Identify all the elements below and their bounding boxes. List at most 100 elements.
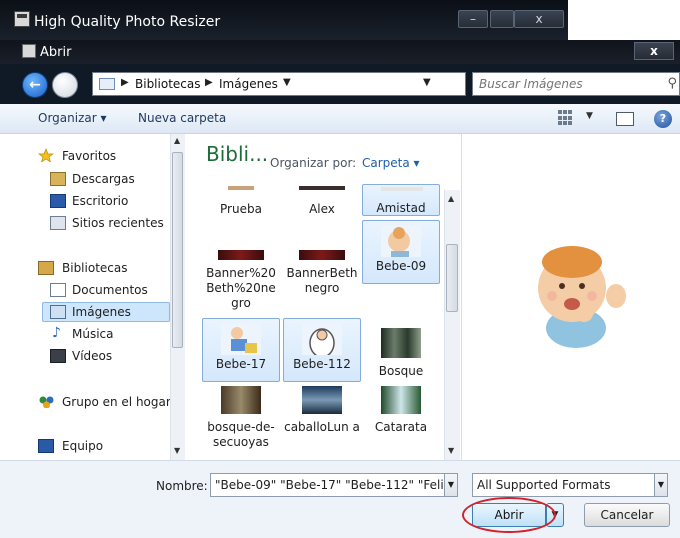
breadcrumb-arrow-icon[interactable]: ▼ (283, 77, 291, 88)
outer-window-title: High Quality Photo Resizer (34, 14, 221, 30)
forward-arrow-icon[interactable] (52, 72, 78, 98)
preview-pane (461, 134, 680, 460)
file-name: Alex (309, 202, 335, 216)
search-input[interactable] (479, 75, 659, 93)
file-tile[interactable]: Alex (283, 186, 361, 217)
file-tile[interactable]: Bebe-17 (202, 318, 280, 382)
breadcrumb-bibliotecas[interactable]: Bibliotecas (135, 77, 200, 91)
nav-scroll-thumb[interactable] (172, 152, 183, 348)
file-tile[interactable]: Prueba (202, 186, 280, 217)
documents-icon (50, 283, 66, 297)
scroll-up-icon[interactable]: ▲ (174, 136, 180, 145)
outer-window-titlebar: High Quality Photo Resizer – x (0, 0, 568, 40)
nav-item-videos[interactable]: Vídeos (72, 349, 112, 367)
file-tile[interactable]: Bebe-112 (283, 318, 361, 382)
file-tile[interactable]: Bosque (362, 318, 440, 382)
file-type-dropdown-icon[interactable]: ▼ (654, 473, 668, 497)
file-tile[interactable]: Banner%20 Beth%20ne gro (202, 242, 280, 311)
file-name: Prueba (220, 202, 262, 216)
breadcrumb-arrow-icon[interactable]: ▶ (205, 77, 213, 88)
nav-bibliotecas[interactable]: Bibliotecas (62, 261, 127, 279)
command-bar: Organizar ▾ Nueva carpeta ▼ ? (0, 104, 680, 134)
nav-item-sitios-recientes[interactable]: Sitios recientes (72, 216, 164, 234)
dialog-icon (22, 44, 36, 58)
computer-icon (38, 439, 54, 453)
nav-equipo[interactable]: Equipo (62, 439, 103, 457)
file-tile[interactable]: Bebe-09 (362, 220, 440, 284)
address-bar[interactable]: ▶ Bibliotecas ▶ Imágenes ▼ ▼ ⇆ (92, 72, 551, 96)
image-thumbnail (299, 250, 345, 260)
view-dropdown-icon[interactable]: ▼ (586, 111, 593, 121)
image-thumbnail (218, 250, 264, 260)
address-row: ← ▶ Bibliotecas ▶ Imágenes ▼ ▼ ⇆ ⚲ (0, 64, 680, 104)
nav-favorites[interactable]: Favoritos (62, 149, 116, 167)
file-name: Banner%20 Beth%20ne gro (206, 266, 276, 310)
libraries-icon (38, 261, 54, 275)
file-scrollbar[interactable]: ▲ ▼ (444, 190, 460, 460)
file-type-value: All Supported Formats (477, 478, 611, 492)
minimize-button[interactable]: – (458, 10, 488, 28)
star-icon (38, 148, 54, 162)
scroll-down-icon[interactable]: ▼ (448, 446, 454, 455)
image-thumbnail (302, 386, 342, 414)
file-name: caballoLun a (284, 420, 360, 434)
file-tile[interactable]: Amistad (362, 184, 440, 216)
app-icon (14, 11, 30, 27)
search-icon[interactable]: ⚲ (667, 76, 677, 91)
file-tile[interactable]: BannerBeth negro (283, 242, 361, 296)
dialog-close-button[interactable]: x (634, 42, 674, 60)
file-name: Catarata (374, 420, 428, 434)
arrange-by-dropdown[interactable]: Carpeta ▾ (362, 156, 420, 170)
music-icon: ♪ (52, 325, 61, 341)
image-thumbnail (381, 386, 421, 414)
nav-grupo-hogar[interactable]: Grupo en el hogar (62, 395, 171, 413)
back-arrow-icon[interactable]: ← (22, 72, 48, 98)
file-name: bosque-de- secuoyas (207, 420, 275, 449)
file-tile[interactable]: bosque-de- secuoyas (202, 384, 280, 454)
cancel-button[interactable]: Cancelar (584, 503, 670, 527)
organize-menu[interactable]: Organizar ▾ (38, 111, 107, 125)
image-thumbnail (221, 323, 261, 355)
bottom-bar: Nombre: "Bebe-09" "Bebe-17" "Bebe-112" "… (0, 460, 680, 538)
library-icon (99, 78, 115, 90)
scroll-up-icon[interactable]: ▲ (448, 194, 454, 203)
image-thumbnail (221, 386, 261, 414)
file-name: Bebe-09 (375, 259, 427, 273)
new-folder-button[interactable]: Nueva carpeta (138, 111, 226, 125)
file-name: BannerBeth negro (286, 266, 358, 295)
arrange-by-value: Carpeta (362, 156, 410, 170)
nav-item-musica[interactable]: Música (72, 327, 114, 345)
outer-close-button[interactable]: x (514, 10, 564, 28)
preview-image (526, 238, 636, 348)
videos-icon (50, 349, 66, 363)
search-box[interactable]: ⚲ (472, 72, 680, 96)
image-thumbnail (302, 323, 342, 355)
library-title: Bibli... (206, 142, 269, 166)
scroll-down-icon[interactable]: ▼ (174, 446, 180, 455)
file-type-select[interactable]: All Supported Formats (472, 473, 668, 497)
breadcrumb-imagenes[interactable]: Imágenes (219, 77, 278, 91)
file-name: Bosque (378, 364, 424, 378)
nav-item-documentos[interactable]: Documentos (72, 283, 148, 301)
maximize-button[interactable] (490, 10, 514, 28)
file-tile[interactable]: Catarata (362, 384, 440, 454)
filename-dropdown-icon[interactable]: ▼ (444, 473, 458, 497)
filename-value: "Bebe-09" "Bebe-17" "Bebe-112" "FelizC (215, 478, 446, 492)
image-thumbnail (381, 328, 421, 358)
file-scroll-thumb[interactable] (446, 244, 458, 312)
dialog-titlebar: Abrir x (0, 40, 680, 64)
view-grid-icon[interactable] (558, 110, 574, 126)
arrange-by-label: Organizar por: (270, 156, 357, 170)
breadcrumb-arrow-icon[interactable]: ▶ (121, 77, 129, 88)
nav-item-escritorio[interactable]: Escritorio (72, 194, 128, 212)
nav-item-descargas[interactable]: Descargas (72, 172, 135, 190)
image-thumbnail (381, 187, 423, 191)
file-tile[interactable]: caballoLun a (283, 384, 361, 454)
pictures-icon (50, 305, 66, 319)
help-icon[interactable]: ? (654, 110, 672, 128)
preview-pane-icon[interactable] (616, 112, 634, 126)
file-name: Bebe-112 (293, 357, 351, 371)
filename-input[interactable]: "Bebe-09" "Bebe-17" "Bebe-112" "FelizC (210, 473, 446, 497)
nav-item-imagenes[interactable]: Imágenes (72, 305, 131, 323)
history-dropdown-icon[interactable]: ▼ (423, 77, 431, 88)
